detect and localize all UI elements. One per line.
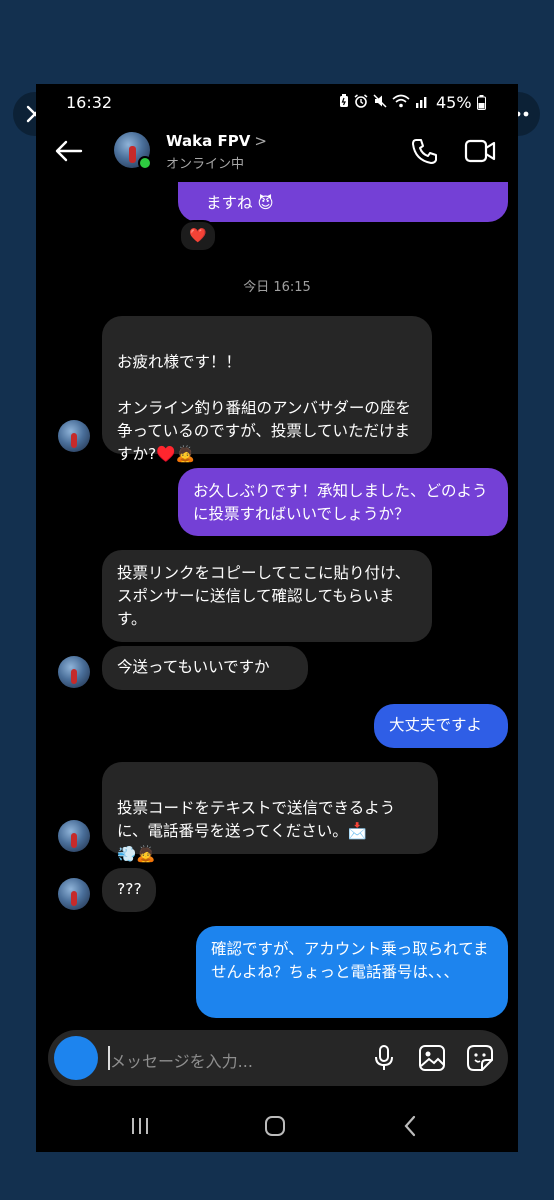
status-time: 16:32 bbox=[66, 93, 113, 112]
message-input[interactable]: メッセージを入力... bbox=[110, 1048, 253, 1072]
message-incoming[interactable]: お疲れ様です！！ オンライン釣り番組のアンバサダーの座を争っているのですが、投票… bbox=[102, 316, 432, 463]
camera-icon bbox=[54, 1036, 98, 1080]
battery-level: 45% bbox=[436, 93, 486, 112]
sender-avatar bbox=[58, 878, 90, 910]
message-outgoing[interactable]: お久しぶりです！承知しました、どのように投票すればいいでしょうか？ bbox=[178, 468, 508, 536]
gallery-icon[interactable] bbox=[418, 1044, 446, 1072]
status-icons bbox=[339, 94, 429, 108]
contact-name-text: Waka FPV bbox=[166, 132, 251, 150]
recent-apps-icon[interactable] bbox=[130, 1116, 150, 1136]
home-icon[interactable] bbox=[264, 1115, 286, 1137]
contact-name[interactable]: Waka FPV > bbox=[166, 132, 267, 150]
signal-icon bbox=[416, 97, 427, 108]
back-arrow-icon[interactable] bbox=[54, 136, 84, 166]
message-incoming[interactable]: 今送ってもいいですか bbox=[102, 646, 308, 690]
message-text: 今送ってもいいですか bbox=[117, 658, 270, 676]
message-text: 確認ですが、アカウント乗っ取られてませんよね？ちょっと電話番号は、、、 bbox=[211, 940, 489, 981]
reaction-emoji: ❤️ bbox=[189, 228, 207, 244]
camera-button[interactable] bbox=[54, 1036, 98, 1080]
battery-percent: 45% bbox=[436, 93, 472, 112]
message-text: 大丈夫ですよ bbox=[389, 716, 483, 734]
battery-saver-icon bbox=[340, 94, 348, 107]
video-call-icon[interactable] bbox=[464, 136, 496, 166]
status-bar: 16:32 45% bbox=[36, 84, 518, 120]
message-composer: メッセージを入力... bbox=[48, 1030, 508, 1086]
message-incoming[interactable]: 投票コードをテキストで送信できるように、電話番号を送ってください。📩 💨🙇 bbox=[102, 762, 438, 863]
navigation-bar bbox=[36, 1102, 518, 1152]
message-text: 投票コードをテキストで送信できるように、電話番号を送ってください。📩 💨🙇 bbox=[117, 799, 396, 863]
phone-screen: 16:32 45% Waka FPV > オンライン中 ますね 😈 ❤️ 今日 1… bbox=[36, 84, 518, 1152]
sender-avatar bbox=[58, 656, 90, 688]
phone-icon[interactable] bbox=[410, 136, 440, 166]
microphone-icon[interactable] bbox=[372, 1044, 396, 1072]
message-text: お久しぶりです！承知しました、どのように投票すればいいでしょうか？ bbox=[193, 482, 488, 523]
message-incoming[interactable]: ??? bbox=[102, 868, 156, 912]
chat-header: Waka FPV > オンライン中 bbox=[36, 128, 518, 182]
sticker-icon[interactable] bbox=[466, 1044, 494, 1072]
battery-icon bbox=[476, 95, 486, 110]
message-incoming[interactable]: 投票リンクをコピーしてここに貼り付け、スポンサーに送信して確認してもらいます。 bbox=[102, 550, 432, 642]
message-outgoing[interactable]: 確認ですが、アカウント乗っ取られてませんよね？ちょっと電話番号は、、、 bbox=[196, 926, 508, 1018]
heart-reaction[interactable]: ❤️ bbox=[179, 220, 217, 252]
message-text: お疲れ様です！！ オンライン釣り番組のアンバサダーの座を争っているのですが、投票… bbox=[117, 353, 411, 463]
sender-avatar bbox=[58, 820, 90, 852]
wifi-icon bbox=[392, 94, 410, 108]
back-icon[interactable] bbox=[402, 1115, 418, 1137]
contact-status: オンライン中 bbox=[166, 157, 245, 172]
message-outgoing[interactable]: 大丈夫ですよ bbox=[374, 704, 508, 748]
message-text: 投票リンクをコピーしてここに貼り付け、スポンサーに送信して確認してもらいます。 bbox=[117, 564, 411, 628]
sender-avatar bbox=[58, 420, 90, 452]
message-text: ??? bbox=[117, 880, 142, 898]
timestamp: 今日 16:15 bbox=[243, 280, 311, 295]
message-text: ますね 😈 bbox=[206, 194, 274, 212]
mute-icon bbox=[373, 94, 387, 108]
online-indicator bbox=[138, 156, 152, 170]
alarm-icon bbox=[354, 94, 368, 108]
chevron-right-icon: > bbox=[254, 132, 267, 150]
